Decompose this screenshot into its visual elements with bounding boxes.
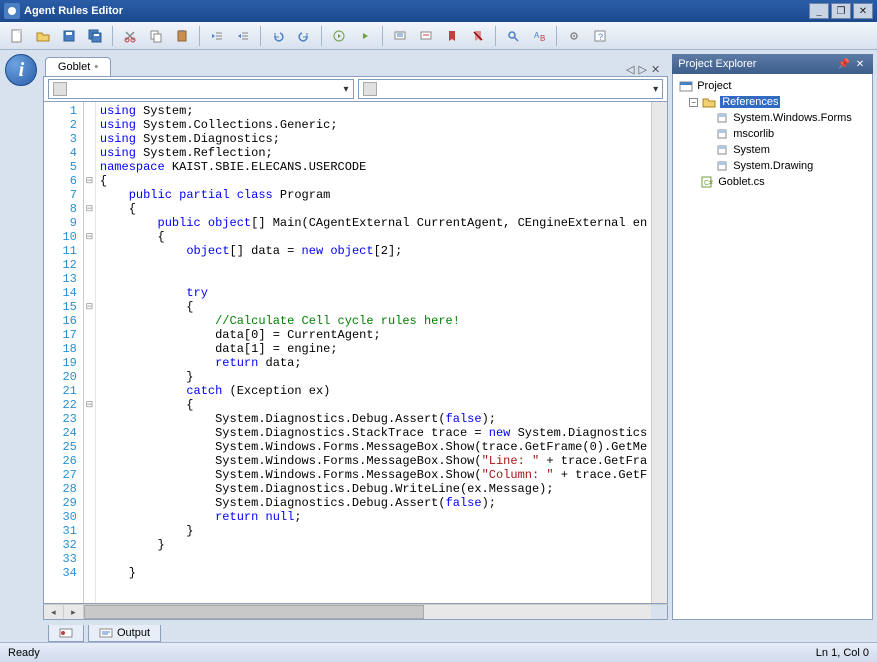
open-button[interactable] — [32, 25, 54, 47]
tree-reference-label: System.Windows.Forms — [733, 112, 852, 124]
status-text: Ready — [8, 647, 816, 659]
tree-references-label: References — [720, 96, 780, 108]
split-right-button[interactable]: ▸ — [64, 605, 84, 619]
reference-icon — [715, 160, 729, 172]
code-editor[interactable]: 1234567891011121314151617181920212223242… — [43, 102, 668, 604]
vertical-scrollbar[interactable] — [651, 102, 667, 603]
split-left-button[interactable]: ◂ — [44, 605, 64, 619]
folder-icon — [702, 96, 716, 108]
project-explorer-title: Project Explorer 📌 ✕ — [672, 54, 873, 74]
bottom-tab-error[interactable] — [48, 625, 84, 642]
reference-icon — [715, 144, 729, 156]
tree-references[interactable]: − References — [675, 94, 870, 110]
paste-button[interactable] — [171, 25, 193, 47]
bookmark-clear-button[interactable] — [467, 25, 489, 47]
reference-icon — [715, 112, 729, 124]
code-content[interactable]: using System;using System.Collections.Ge… — [96, 102, 651, 603]
outdent-button[interactable] — [206, 25, 228, 47]
bottom-tab-bar: Output — [0, 620, 877, 642]
bottom-tab-output[interactable]: Output — [88, 625, 161, 642]
tab-prev-button[interactable]: ◁ — [626, 63, 634, 76]
tab-label: Goblet — [58, 61, 90, 73]
bookmark-toggle-button[interactable] — [441, 25, 463, 47]
toolbar: AB ? — [0, 22, 877, 50]
replace-button[interactable]: AB — [528, 25, 550, 47]
tab-goblet[interactable]: Goblet • — [45, 57, 111, 76]
tab-next-button[interactable]: ▷ — [639, 63, 647, 76]
tree-file-goblet[interactable]: C# Goblet.cs — [675, 174, 870, 190]
window-title: Agent Rules Editor — [24, 5, 809, 17]
output-icon — [99, 627, 113, 639]
project-icon — [679, 80, 693, 92]
restore-button[interactable]: ❐ — [831, 3, 851, 19]
save-button[interactable] — [58, 25, 80, 47]
svg-text:B: B — [540, 34, 545, 43]
error-list-icon — [59, 627, 73, 639]
line-gutter: 1234567891011121314151617181920212223242… — [44, 102, 84, 603]
app-icon — [4, 3, 20, 19]
editor-tabs: Goblet • ◁ ▷ ✕ — [43, 54, 668, 76]
left-margin: i — [0, 50, 43, 620]
type-combo-icon — [53, 82, 67, 96]
redo-button[interactable] — [293, 25, 315, 47]
cursor-position: Ln 1, Col 0 — [816, 647, 869, 659]
titlebar: Agent Rules Editor _ ❐ ✕ — [0, 0, 877, 22]
close-button[interactable]: ✕ — [853, 3, 873, 19]
save-all-button[interactable] — [84, 25, 106, 47]
tab-close-button[interactable]: ✕ — [651, 63, 660, 76]
comment-button[interactable] — [389, 25, 411, 47]
type-combo[interactable] — [48, 79, 354, 99]
svg-text:?: ? — [598, 32, 603, 42]
expand-icon[interactable]: − — [689, 98, 698, 107]
settings-button[interactable] — [563, 25, 585, 47]
copy-button[interactable] — [145, 25, 167, 47]
help-button[interactable]: ? — [589, 25, 611, 47]
tree-reference-item[interactable]: mscorlib — [675, 126, 870, 142]
project-explorer-label: Project Explorer — [678, 58, 756, 70]
tree-root-project[interactable]: Project — [675, 78, 870, 94]
reference-icon — [715, 128, 729, 140]
member-combo-icon — [363, 82, 377, 96]
tree-reference-item[interactable]: System — [675, 142, 870, 158]
tree-reference-label: mscorlib — [733, 128, 774, 140]
member-combo[interactable] — [358, 79, 664, 99]
panel-pin-button[interactable]: 📌 — [837, 57, 851, 71]
tree-root-label: Project — [697, 80, 731, 92]
statusbar: Ready Ln 1, Col 0 — [0, 642, 877, 662]
project-tree[interactable]: Project − References System.Windows.Form… — [672, 74, 873, 620]
indent-button[interactable] — [232, 25, 254, 47]
fold-column[interactable]: ⊟ ⊟ ⊟ ⊟ ⊟ — [84, 102, 96, 603]
uncomment-button[interactable] — [415, 25, 437, 47]
undo-button[interactable] — [267, 25, 289, 47]
tree-file-label: Goblet.cs — [718, 176, 764, 188]
horizontal-scrollbar[interactable] — [84, 605, 651, 619]
csharp-file-icon: C# — [700, 176, 714, 188]
svg-text:C#: C# — [704, 180, 713, 187]
minimize-button[interactable]: _ — [809, 3, 829, 19]
tree-reference-label: System.Drawing — [733, 160, 813, 172]
bottom-tab-output-label: Output — [117, 627, 150, 639]
info-button[interactable]: i — [5, 54, 37, 86]
panel-close-button[interactable]: ✕ — [853, 57, 867, 71]
run-button-1[interactable] — [328, 25, 350, 47]
tree-reference-item[interactable]: System.Windows.Forms — [675, 110, 870, 126]
tab-modified-icon: • — [94, 61, 98, 73]
tree-reference-label: System — [733, 144, 770, 156]
cut-button[interactable] — [119, 25, 141, 47]
tree-reference-item[interactable]: System.Drawing — [675, 158, 870, 174]
run-button-2[interactable] — [354, 25, 376, 47]
new-file-button[interactable] — [6, 25, 28, 47]
find-button[interactable] — [502, 25, 524, 47]
